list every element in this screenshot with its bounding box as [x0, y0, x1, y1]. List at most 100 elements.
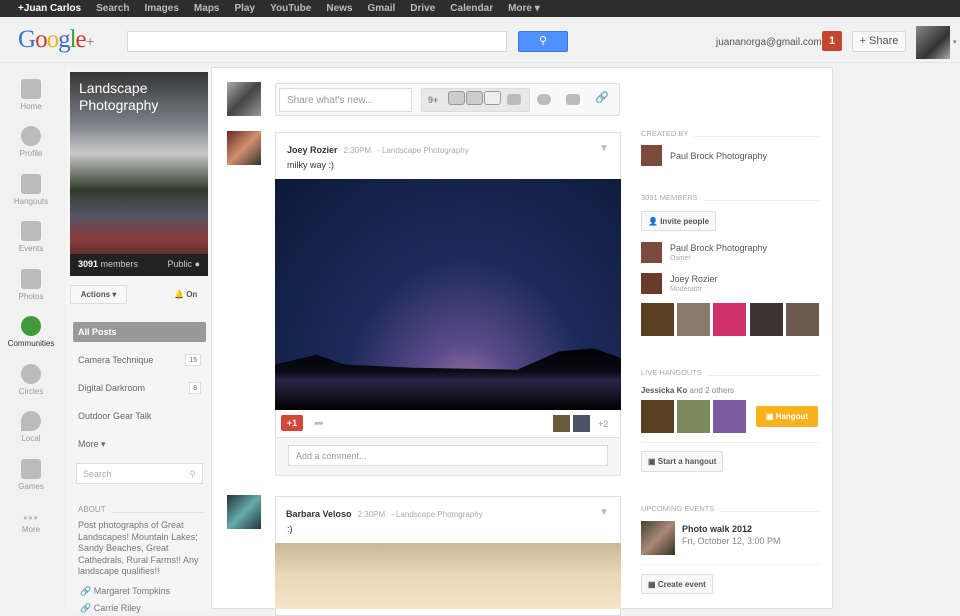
member-avatar[interactable]	[677, 303, 710, 336]
plusoner-avatar[interactable]	[553, 415, 570, 432]
nav-hangouts[interactable]: Hangouts	[0, 174, 62, 206]
nav-profile[interactable]: Profile	[0, 126, 62, 158]
photo-icon[interactable]	[507, 94, 521, 105]
post-menu-icon[interactable]: ▼	[599, 143, 609, 154]
category-all-posts[interactable]: All Posts	[73, 322, 206, 342]
nav-home[interactable]: Home	[0, 79, 62, 111]
plusoner-avatar[interactable]	[573, 415, 590, 432]
screenshot-thumb[interactable]	[466, 91, 483, 105]
member-avatar[interactable]	[750, 303, 783, 336]
divider	[641, 442, 819, 443]
invite-people-button[interactable]: 👤 Invite people	[641, 211, 716, 231]
author-avatar[interactable]	[227, 495, 261, 529]
nav-communities[interactable]: Communities	[0, 316, 62, 348]
search-icon: ⚲	[189, 469, 196, 480]
event-thumbnail[interactable]	[641, 521, 675, 555]
link-icon[interactable]: 🔗	[595, 91, 609, 104]
topbar-drive-link[interactable]: Drive	[410, 3, 435, 14]
event-date: Fri, October 12, 3:00 PM	[682, 536, 781, 546]
community-search-input[interactable]: Search⚲	[76, 463, 203, 484]
google-plus-logo[interactable]: Google+	[18, 26, 94, 54]
notifications-badge[interactable]: 1	[822, 31, 842, 51]
topbar-play-link[interactable]: Play	[234, 3, 255, 14]
hangout-participant-avatar[interactable]	[677, 400, 710, 433]
search-input[interactable]	[127, 31, 507, 52]
nav-local[interactable]: Local	[0, 411, 62, 443]
about-heading: ABOUT	[78, 505, 204, 513]
link-icon: 🔗	[80, 586, 91, 596]
author-avatar[interactable]	[227, 131, 261, 165]
member-avatar[interactable]	[641, 303, 674, 336]
share-arrow-icon[interactable]: ➦	[314, 416, 324, 430]
topbar-gmail-link[interactable]: Gmail	[367, 3, 395, 14]
topbar-more-link[interactable]: More ▾	[508, 3, 540, 14]
screenshot-thumb[interactable]	[448, 91, 465, 105]
user-avatar[interactable]	[916, 26, 950, 59]
start-hangout-button[interactable]: ▣ Start a hangout	[641, 451, 723, 472]
actions-dropdown[interactable]: Actions ▾	[70, 285, 127, 304]
post-community[interactable]: - Landscape Photography	[391, 510, 483, 519]
nav-events[interactable]: Events	[0, 221, 62, 253]
topbar-news-link[interactable]: News	[326, 3, 352, 14]
hangout-participant-avatar[interactable]	[641, 400, 674, 433]
community-link[interactable]: 🔗 Margaret Tompkins	[80, 586, 170, 597]
account-email[interactable]: juananorga@gmail.com	[716, 37, 822, 48]
member-name[interactable]: Paul Brock Photography	[670, 243, 767, 253]
topbar-youtube-link[interactable]: YouTube	[270, 3, 311, 14]
topbar-maps-link[interactable]: Maps	[194, 3, 220, 14]
plus-count[interactable]: +2	[598, 419, 608, 429]
category-more[interactable]: More ▾	[73, 434, 206, 454]
topbar-search-link[interactable]: Search	[96, 3, 129, 14]
post-time[interactable]: 2:30PM	[358, 510, 386, 519]
event-icon[interactable]	[566, 94, 580, 105]
hangout-participant-avatar[interactable]	[713, 400, 746, 433]
video-icon[interactable]	[537, 94, 551, 105]
category-outdoor-gear-talk[interactable]: Outdoor Gear Talk	[73, 406, 206, 426]
topbar-images-link[interactable]: Images	[144, 3, 178, 14]
creator-name[interactable]: Paul Brock Photography	[670, 151, 767, 161]
share-input[interactable]: Share what's new...	[279, 88, 412, 112]
created-by-heading: CREATED BY	[641, 129, 819, 137]
post-text: :)	[287, 524, 293, 534]
member-name[interactable]: Joey Rozier	[670, 274, 718, 284]
topbar-profile-link[interactable]: +Juan Carlos	[18, 3, 81, 14]
event-title[interactable]: Photo walk 2012	[682, 524, 752, 534]
member-avatar[interactable]	[641, 273, 662, 294]
plus-mention-button[interactable]: 9+	[428, 95, 438, 105]
plus-one-button[interactable]: +1	[281, 415, 303, 431]
community-title: Landscape Photography	[79, 80, 208, 114]
member-avatar[interactable]	[786, 303, 819, 336]
notifications-toggle[interactable]: 🔔 On	[174, 290, 197, 299]
member-avatar[interactable]	[713, 303, 746, 336]
nav-photos[interactable]: Photos	[0, 269, 62, 301]
post-author[interactable]: Joey Rozier	[287, 145, 338, 155]
chevron-down-icon[interactable]: ▾	[953, 38, 957, 46]
comment-input[interactable]: Add a comment...	[288, 445, 608, 466]
upcoming-events-heading: UPCOMING EVENTS	[641, 504, 819, 512]
category-digital-darkroom[interactable]: Digital Darkroom8	[73, 378, 206, 398]
member-avatar[interactable]	[641, 242, 662, 263]
hangout-participants: Jessicka Ko and 2 others	[641, 386, 734, 395]
creator-avatar[interactable]	[641, 145, 662, 166]
screenshot-thumb[interactable]	[484, 91, 501, 105]
post-header: Barbara Veloso 2:30PM - Landscape Photogra…	[286, 509, 483, 519]
bell-icon: 🔔	[174, 290, 184, 299]
member-count: 3091	[78, 259, 98, 269]
post-menu-icon[interactable]: ▼	[599, 507, 609, 518]
search-button[interactable]: ⚲	[518, 31, 568, 52]
nav-circles[interactable]: Circles	[0, 364, 62, 396]
post-community[interactable]: - Landscape Photography	[377, 146, 469, 155]
share-button[interactable]: + Share	[852, 31, 906, 52]
category-camera-technique[interactable]: Camera Technique15	[73, 350, 206, 370]
topbar-calendar-link[interactable]: Calendar	[450, 3, 493, 14]
post-time[interactable]: 2:30PM	[344, 146, 372, 155]
join-hangout-button[interactable]: ▣ Hangout	[756, 406, 818, 427]
link-icon: 🔗	[80, 603, 91, 613]
nav-games[interactable]: Games	[0, 459, 62, 491]
nav-more[interactable]: •••More	[0, 511, 62, 534]
post-header: Joey Rozier 2:30PM - Landscape Photography	[287, 145, 469, 155]
events-icon	[21, 221, 41, 241]
post-photo[interactable]	[275, 543, 621, 609]
create-event-button[interactable]: ▦ Create event	[641, 574, 713, 594]
post-author[interactable]: Barbara Veloso	[286, 509, 352, 519]
